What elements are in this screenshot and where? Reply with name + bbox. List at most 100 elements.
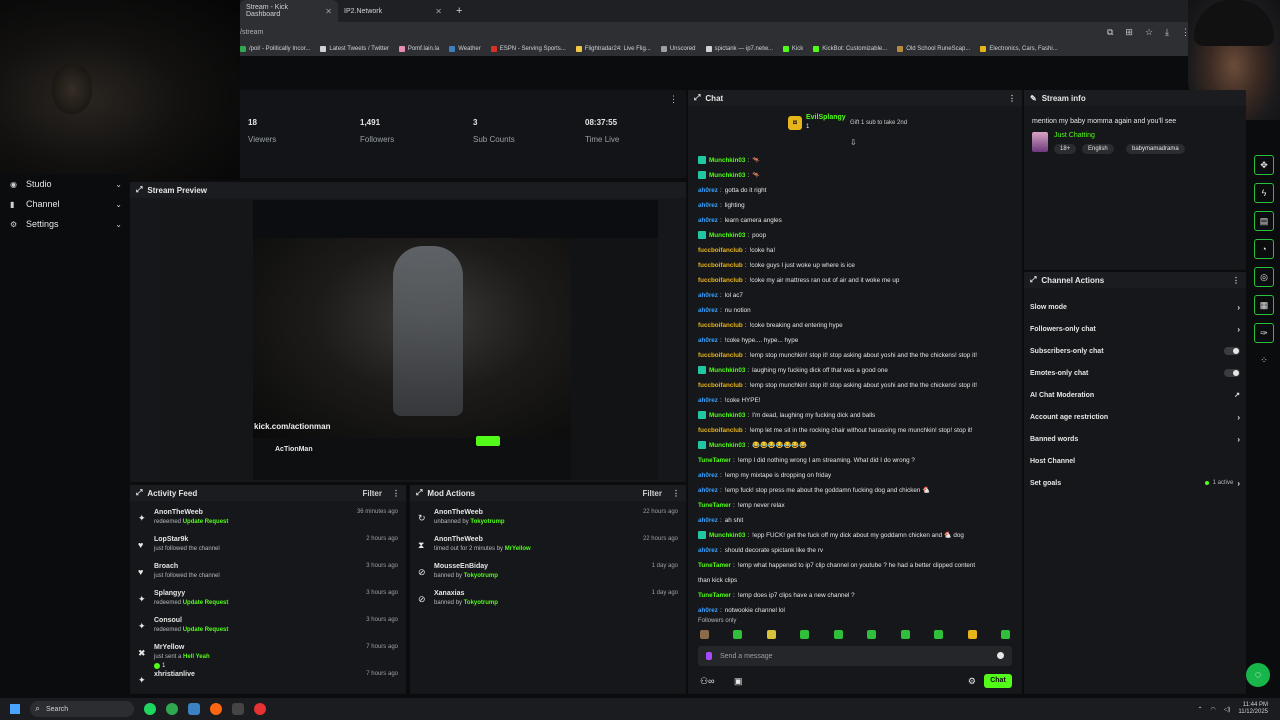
- mod-target-username[interactable]: AnonTheWeeb: [434, 536, 483, 543]
- activity-username[interactable]: xhristianlive: [154, 671, 195, 678]
- taskbar-search[interactable]: Search: [30, 701, 134, 717]
- bookmark-item[interactable]: Flightradar24: Live Flig...: [575, 46, 651, 52]
- emote-icon[interactable]: [733, 630, 743, 639]
- chat-username[interactable]: ah0rez: [698, 472, 718, 479]
- more-options-icon[interactable]: ⋮: [672, 489, 680, 498]
- chat-username[interactable]: Munchkin03: [709, 412, 745, 419]
- chat-username[interactable]: ah0rez: [698, 517, 718, 524]
- x-app-icon[interactable]: [232, 703, 244, 715]
- lightning-icon[interactable]: ϟ: [1254, 183, 1274, 203]
- emoji-picker-icon[interactable]: [997, 652, 1004, 659]
- chat-username[interactable]: ah0rez: [698, 202, 718, 209]
- nav-item-studio[interactable]: ◉ Studio ⌄: [10, 176, 122, 192]
- chat-username[interactable]: ah0rez: [698, 307, 718, 314]
- emote-icon[interactable]: [766, 630, 776, 639]
- chat-username[interactable]: Munchkin03: [709, 172, 745, 179]
- channel-action-item[interactable]: Slow mode ›: [1030, 300, 1240, 314]
- chat-message-input[interactable]: Send a message: [698, 646, 1012, 666]
- chrome-icon[interactable]: [166, 703, 178, 715]
- chat-username[interactable]: ah0rez: [698, 337, 718, 344]
- star-icon[interactable]: ☆: [1145, 27, 1153, 38]
- bookmark-item[interactable]: spictank — ip7.netw...: [705, 46, 773, 52]
- bookmark-item[interactable]: Pomf.lain.la: [398, 46, 439, 52]
- channel-action-item[interactable]: AI Chat Moderation ↗: [1030, 388, 1240, 402]
- channel-action-item[interactable]: Set goals 1 active ›: [1030, 476, 1240, 490]
- support-chat-icon[interactable]: ◌: [1246, 663, 1270, 687]
- chat-username[interactable]: ah0rez: [698, 397, 718, 404]
- channel-action-control[interactable]: ›: [1237, 435, 1240, 444]
- emote-icon[interactable]: [867, 630, 877, 639]
- emote-icon[interactable]: [700, 630, 709, 639]
- channel-action-item[interactable]: Host Channel: [1030, 454, 1240, 468]
- chat-username[interactable]: fuccboifanclub: [698, 262, 743, 269]
- close-tab-icon[interactable]: ✕: [325, 7, 332, 16]
- emote-icon[interactable]: [1000, 630, 1010, 639]
- nav-item-channel[interactable]: ▮ Channel ⌄: [10, 196, 122, 212]
- share-icon[interactable]: ⊞: [1125, 27, 1133, 38]
- more-options-icon[interactable]: ⋮: [669, 94, 678, 105]
- broadcast-icon[interactable]: ◎: [1254, 267, 1274, 287]
- expand-icon[interactable]: ⤢: [136, 488, 142, 498]
- toggle-switch[interactable]: [1224, 369, 1240, 377]
- chat-username[interactable]: Munchkin03: [709, 367, 745, 374]
- mod-target-username[interactable]: Xanaxias: [434, 590, 464, 597]
- panel-icon[interactable]: ▦: [1254, 295, 1274, 315]
- filter-button[interactable]: Filter: [362, 489, 382, 498]
- mod-target-username[interactable]: AnonTheWeeb: [434, 509, 483, 516]
- chat-username[interactable]: fuccboifanclub: [698, 427, 743, 434]
- emote-icon[interactable]: [833, 630, 843, 639]
- more-options-icon[interactable]: ⋮: [1232, 276, 1240, 285]
- chat-username[interactable]: TuneTamer: [698, 592, 731, 599]
- bookmark-item[interactable]: Weather: [449, 46, 481, 52]
- more-options-icon[interactable]: ⋮: [392, 489, 400, 498]
- activity-username[interactable]: LopStar9k: [154, 536, 188, 543]
- channel-action-item[interactable]: Emotes-only chat: [1030, 366, 1240, 380]
- scroll-to-latest-icon[interactable]: ⇩: [850, 138, 857, 147]
- expand-icon[interactable]: ⤢: [136, 185, 142, 195]
- channel-action-item[interactable]: Banned words ›: [1030, 432, 1240, 446]
- voice-icon[interactable]: [706, 652, 712, 660]
- channel-action-control[interactable]: ›: [1237, 325, 1240, 334]
- channel-action-control[interactable]: ›: [1237, 303, 1240, 312]
- stream-preview-video[interactable]: AcTionMan kick.com/actionman: [158, 200, 658, 480]
- channel-action-item[interactable]: Subscribers-only chat: [1030, 344, 1240, 358]
- pinned-gift-banner[interactable]: ¤ EvilSplangy 1 Gift 1 sub to take 2nd: [788, 114, 928, 136]
- stream-category[interactable]: Just Chatting: [1054, 132, 1095, 139]
- activity-username[interactable]: MrYellow: [154, 644, 184, 651]
- activity-username[interactable]: Broach: [154, 563, 178, 570]
- chat-username[interactable]: fuccboifanclub: [698, 247, 743, 254]
- chat-username[interactable]: fuccboifanclub: [698, 382, 743, 389]
- firefox-icon[interactable]: [210, 703, 222, 715]
- filter-button[interactable]: Filter: [642, 489, 662, 498]
- channel-action-control[interactable]: ↗: [1234, 391, 1240, 399]
- chat-username[interactable]: Munchkin03: [709, 157, 745, 164]
- spotify-icon[interactable]: [144, 703, 156, 715]
- activity-username[interactable]: AnonTheWeeb: [154, 509, 203, 516]
- chat-username[interactable]: ah0rez: [698, 292, 718, 299]
- bookmark-item[interactable]: Old School RuneScap...: [897, 46, 970, 52]
- channel-action-item[interactable]: Account age restriction ›: [1030, 410, 1240, 424]
- wrench-icon[interactable]: ✑: [1254, 323, 1274, 343]
- nav-item-settings[interactable]: ⚙ Settings ⌄: [10, 216, 122, 232]
- chat-rules-icon[interactable]: ▣: [734, 676, 743, 687]
- chat-username[interactable]: Munchkin03: [709, 442, 745, 449]
- close-tab-icon[interactable]: ✕: [435, 7, 442, 16]
- chat-username[interactable]: TuneTamer: [698, 562, 731, 569]
- tab-ip2-network[interactable]: IP2.Network ✕: [338, 0, 448, 22]
- document-icon[interactable]: ▤: [1254, 211, 1274, 231]
- emote-icon[interactable]: [900, 630, 910, 639]
- download-icon[interactable]: ⤓: [1165, 27, 1169, 38]
- toggle-switch[interactable]: [1224, 347, 1240, 355]
- chat-send-button[interactable]: Chat: [984, 674, 1012, 688]
- new-tab-icon[interactable]: +: [456, 5, 462, 17]
- mod-tools-icon[interactable]: ⚇∞: [700, 676, 714, 687]
- chat-username[interactable]: ah0rez: [698, 607, 718, 614]
- chat-username[interactable]: ah0rez: [698, 547, 718, 554]
- address-bar[interactable]: /stream ⧉ ⊞ ☆ ⤓ ⋮: [240, 22, 1280, 42]
- chat-username[interactable]: ah0rez: [698, 217, 718, 224]
- taskbar-clock[interactable]: 11:44 PM 11/12/2025: [1238, 702, 1268, 716]
- bookmark-item[interactable]: /pol/ - Politically Incor...: [240, 46, 310, 52]
- channel-action-control[interactable]: ›: [1237, 413, 1240, 422]
- emote-icon[interactable]: [967, 630, 977, 639]
- tab-kick-dashboard[interactable]: Stream - Kick Dashboard ✕: [240, 0, 338, 22]
